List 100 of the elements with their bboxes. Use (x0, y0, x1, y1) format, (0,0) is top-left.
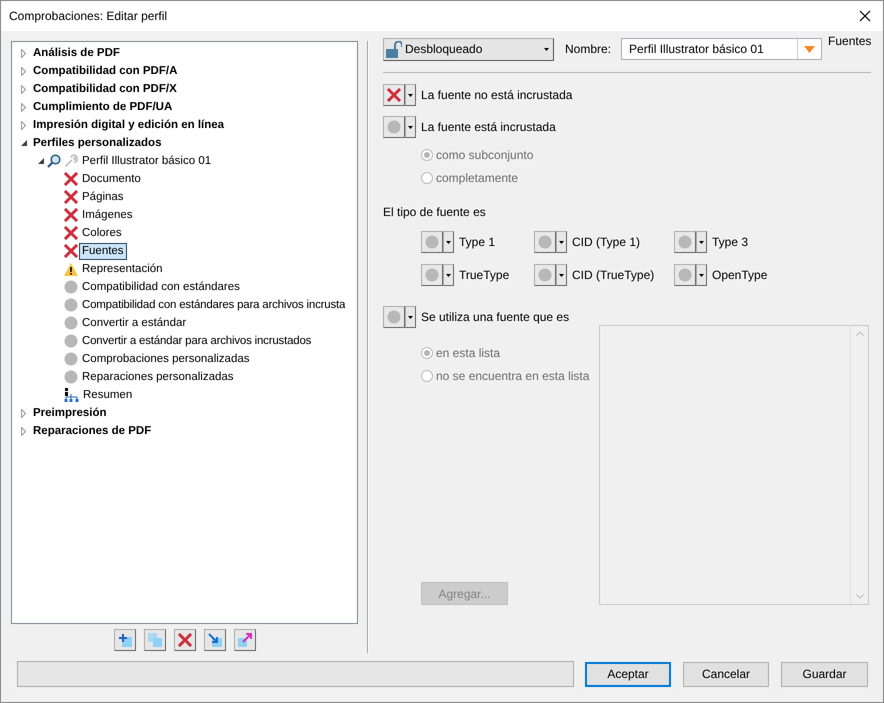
error-icon (64, 190, 78, 204)
caret-icon (408, 126, 413, 128)
dropdown-button[interactable] (696, 231, 707, 253)
radio-label: en esta lista (436, 346, 500, 360)
check-label: La fuente no está incrustada (421, 88, 572, 102)
check-label: La fuente está incrustada (421, 120, 556, 134)
tree-item[interactable]: Representación (80, 262, 165, 276)
toolbar-button[interactable] (204, 629, 226, 651)
delete-icon (178, 633, 192, 647)
status-dot-icon (387, 310, 401, 324)
error-icon (64, 208, 78, 222)
tree-item[interactable]: Convertir a estándar (80, 316, 188, 330)
export-icon (238, 633, 252, 647)
status-dot-icon (64, 316, 78, 330)
dropdown-button[interactable] (405, 116, 416, 138)
status-button[interactable] (383, 84, 405, 106)
collapse-arrow-icon[interactable] (38, 158, 44, 164)
dropdown-button[interactable] (405, 84, 416, 106)
caret-icon (559, 274, 564, 276)
status-dot-icon (678, 268, 692, 282)
expand-arrow-icon[interactable] (21, 66, 26, 76)
dropdown-button[interactable] (443, 264, 454, 286)
tree-item[interactable]: Imágenes (80, 208, 135, 222)
tree-item[interactable]: Análisis de PDF (31, 46, 122, 60)
tree-item[interactable]: Páginas (80, 190, 126, 204)
dialog-button[interactable]: Aceptar (585, 662, 671, 686)
status-dot-icon (425, 235, 439, 249)
error-icon (64, 172, 78, 186)
tree-item[interactable]: Fuentes (80, 244, 126, 258)
dropdown-button[interactable] (696, 264, 707, 286)
status-button[interactable] (534, 231, 556, 253)
status-button[interactable] (383, 306, 405, 328)
import-icon (208, 633, 222, 647)
add-icon (118, 633, 132, 647)
tree-item[interactable]: Comprobaciones personalizadas (80, 352, 252, 366)
toolbar-button[interactable] (144, 629, 166, 651)
tree-item[interactable]: Impresión digital y edición en línea (31, 118, 226, 132)
hierarchy-icon (64, 388, 79, 402)
dropdown-button[interactable] (443, 231, 454, 253)
tree-item[interactable]: Compatibilidad con estándares (80, 280, 242, 294)
tree-item[interactable]: Reparaciones de PDF (31, 424, 154, 438)
caret-icon (559, 240, 564, 244)
status-dot-icon (387, 120, 401, 134)
expand-arrow-icon[interactable] (21, 426, 26, 436)
tree-item[interactable]: Documento (80, 172, 143, 186)
status-dot-icon (425, 268, 439, 282)
status-button[interactable] (421, 264, 443, 286)
field-label: Nombre: (565, 42, 612, 56)
status-dot-icon (678, 235, 692, 249)
expand-arrow-icon[interactable] (21, 102, 26, 112)
dialog-button[interactable]: Cancelar (683, 662, 769, 686)
tree-item[interactable]: Perfiles personalizados (31, 136, 164, 150)
caret-icon (408, 94, 413, 96)
check-label: TrueType (459, 268, 510, 282)
lock-dropdown[interactable]: Desbloqueado (383, 38, 554, 60)
status-dot-icon (64, 334, 78, 348)
duplicate-icon (148, 633, 162, 647)
caret-icon (544, 48, 549, 50)
toolbar-button[interactable] (234, 629, 256, 651)
close-icon[interactable] (859, 10, 871, 22)
check-label: Type 3 (712, 235, 748, 249)
name-combobox[interactable]: Perfil Illustrator básico 01 (621, 38, 822, 60)
dropdown-button[interactable] (556, 231, 567, 253)
tree-item[interactable]: Convertir a estándar para archivos incrustados (80, 334, 314, 348)
status-button[interactable] (534, 264, 556, 286)
status-dot-icon (538, 268, 552, 282)
tree-item[interactable]: Preimpresión (31, 406, 108, 420)
tree-item[interactable]: Compatibilidad con PDF/A (31, 64, 180, 78)
tree-item[interactable]: Perfil Illustrator básico 01 (80, 154, 214, 168)
tree-item[interactable]: Reparaciones personalizadas (80, 370, 236, 384)
expand-arrow-icon[interactable] (21, 84, 26, 94)
toolbar-button[interactable] (174, 629, 196, 651)
status-button[interactable] (421, 231, 443, 253)
collapse-arrow-icon[interactable] (20, 140, 26, 146)
expand-arrow-icon[interactable] (21, 120, 26, 130)
dropdown-button[interactable] (556, 264, 567, 286)
status-button[interactable] (674, 264, 696, 286)
warning-icon (64, 262, 78, 276)
tree-item[interactable]: Colores (80, 226, 124, 240)
status-button[interactable] (383, 116, 405, 138)
tree-item[interactable]: Cumplimiento de PDF/UA (31, 100, 174, 114)
status-dot-icon (538, 235, 552, 249)
error-icon (64, 244, 78, 258)
caret-icon (699, 240, 704, 244)
status-dot-icon (64, 352, 78, 366)
status-button[interactable] (674, 231, 696, 253)
dropdown-arrow-icon (804, 46, 816, 52)
expand-arrow-icon[interactable] (21, 48, 26, 58)
toolbar-button[interactable] (114, 629, 136, 651)
tree-item[interactable]: Resumen (81, 388, 134, 402)
dialog-button[interactable]: Guardar (781, 662, 868, 686)
tree-item[interactable]: Compatibilidad con estándares para archivos incrusta (80, 298, 348, 312)
error-icon (387, 88, 401, 102)
expand-arrow-icon[interactable] (21, 408, 26, 418)
magnifier-icon (47, 154, 61, 168)
status-dot-icon (64, 280, 78, 294)
tree-item[interactable]: Compatibilidad con PDF/X (31, 82, 179, 96)
dropdown-button[interactable] (405, 306, 416, 328)
check-label: OpenType (712, 268, 768, 282)
caret-icon (446, 274, 451, 276)
